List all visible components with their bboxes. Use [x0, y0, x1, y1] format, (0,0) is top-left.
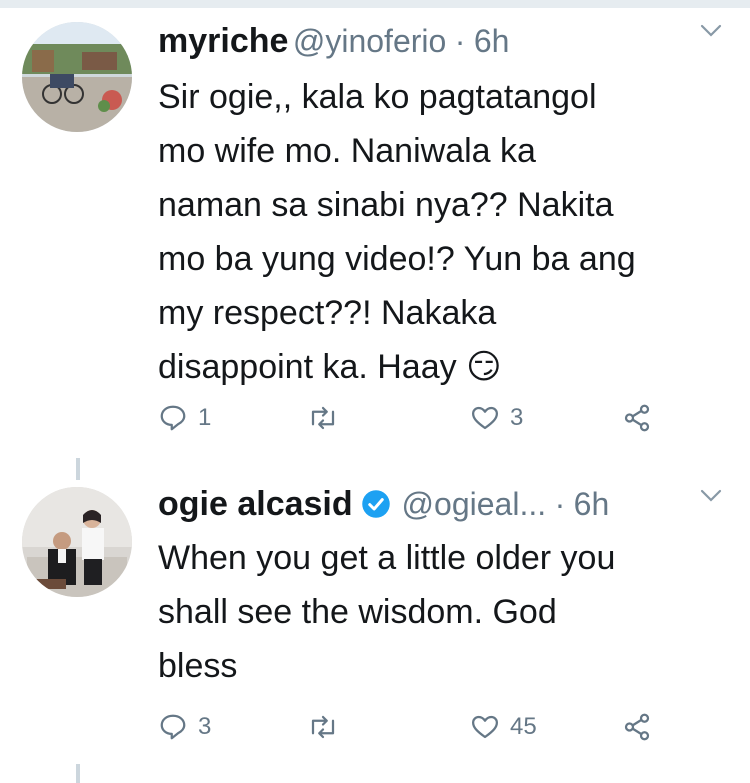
tweet-text: Sir ogie,, kala ko pagtatangol mo wife m…	[158, 70, 720, 394]
retweet-button[interactable]	[306, 398, 350, 438]
tweet-header: ogie alcasid @ogieal... · 6h	[158, 485, 730, 533]
text-line: my respect??! Nakaka	[158, 294, 497, 332]
like-icon	[472, 715, 498, 739]
tweet-actions: 1 3	[158, 398, 730, 438]
share-button[interactable]	[622, 707, 652, 747]
text-line: mo ba yung video!? Yun ba ang	[158, 240, 636, 278]
reply-button[interactable]: 3	[158, 707, 211, 747]
top-divider	[0, 0, 750, 8]
display-name[interactable]: ogie alcasid	[158, 485, 353, 523]
text-line: shall see the wisdom. God	[158, 593, 557, 631]
share-icon	[624, 713, 650, 741]
text-line: mo wife mo. Naniwala ka	[158, 132, 536, 170]
handle[interactable]: @ogieal...	[402, 486, 547, 522]
tweet-myriche[interactable]: myriche @yinoferio · 6h Sir ogie,, kala …	[0, 10, 750, 460]
retweet-icon	[311, 406, 335, 430]
tweet-header: myriche @yinoferio · 6h	[158, 22, 730, 70]
like-count: 3	[510, 404, 524, 431]
text-line: bless	[158, 647, 238, 685]
retweet-icon	[311, 715, 335, 739]
like-count: 45	[510, 713, 537, 740]
text-line: naman sa sinabi nya?? Nakita	[158, 186, 614, 224]
avatar[interactable]	[22, 22, 132, 132]
reply-count: 3	[198, 713, 212, 740]
like-icon	[472, 406, 498, 430]
thread-connector	[76, 764, 80, 783]
tweet-text: When you get a little older you shall se…	[158, 531, 720, 693]
separator-dot: ·	[554, 486, 566, 522]
reply-icon	[160, 714, 186, 740]
reply-button[interactable]: 1	[158, 398, 211, 438]
tweet-actions: 3 45	[158, 707, 730, 747]
reply-count: 1	[198, 404, 212, 431]
timestamp[interactable]: 6h	[474, 23, 510, 59]
share-button[interactable]	[622, 398, 652, 438]
verified-badge-icon	[361, 489, 391, 524]
text-line: disappoint ka. Haay 😏	[158, 340, 720, 394]
chevron-down-icon[interactable]	[700, 489, 722, 508]
like-button[interactable]: 3	[470, 398, 523, 438]
timestamp[interactable]: 6h	[574, 486, 610, 522]
text-line: When you get a little older you	[158, 539, 616, 577]
like-button[interactable]: 45	[470, 707, 537, 747]
avatar[interactable]	[22, 487, 132, 597]
separator-dot: ·	[454, 23, 466, 59]
chevron-down-icon[interactable]	[700, 24, 722, 43]
handle[interactable]: @yinoferio	[293, 23, 446, 59]
retweet-button[interactable]	[306, 707, 350, 747]
tweet-ogie-alcasid[interactable]: ogie alcasid @ogieal... · 6h When you ge…	[0, 475, 750, 775]
smirk-emoji: 😏	[466, 348, 502, 386]
display-name[interactable]: myriche	[158, 22, 288, 60]
share-icon	[624, 404, 650, 432]
text-line-content: disappoint ka. Haay	[158, 348, 457, 386]
text-line: Sir ogie,, kala ko pagtatangol	[158, 78, 597, 116]
reply-icon	[160, 405, 186, 431]
